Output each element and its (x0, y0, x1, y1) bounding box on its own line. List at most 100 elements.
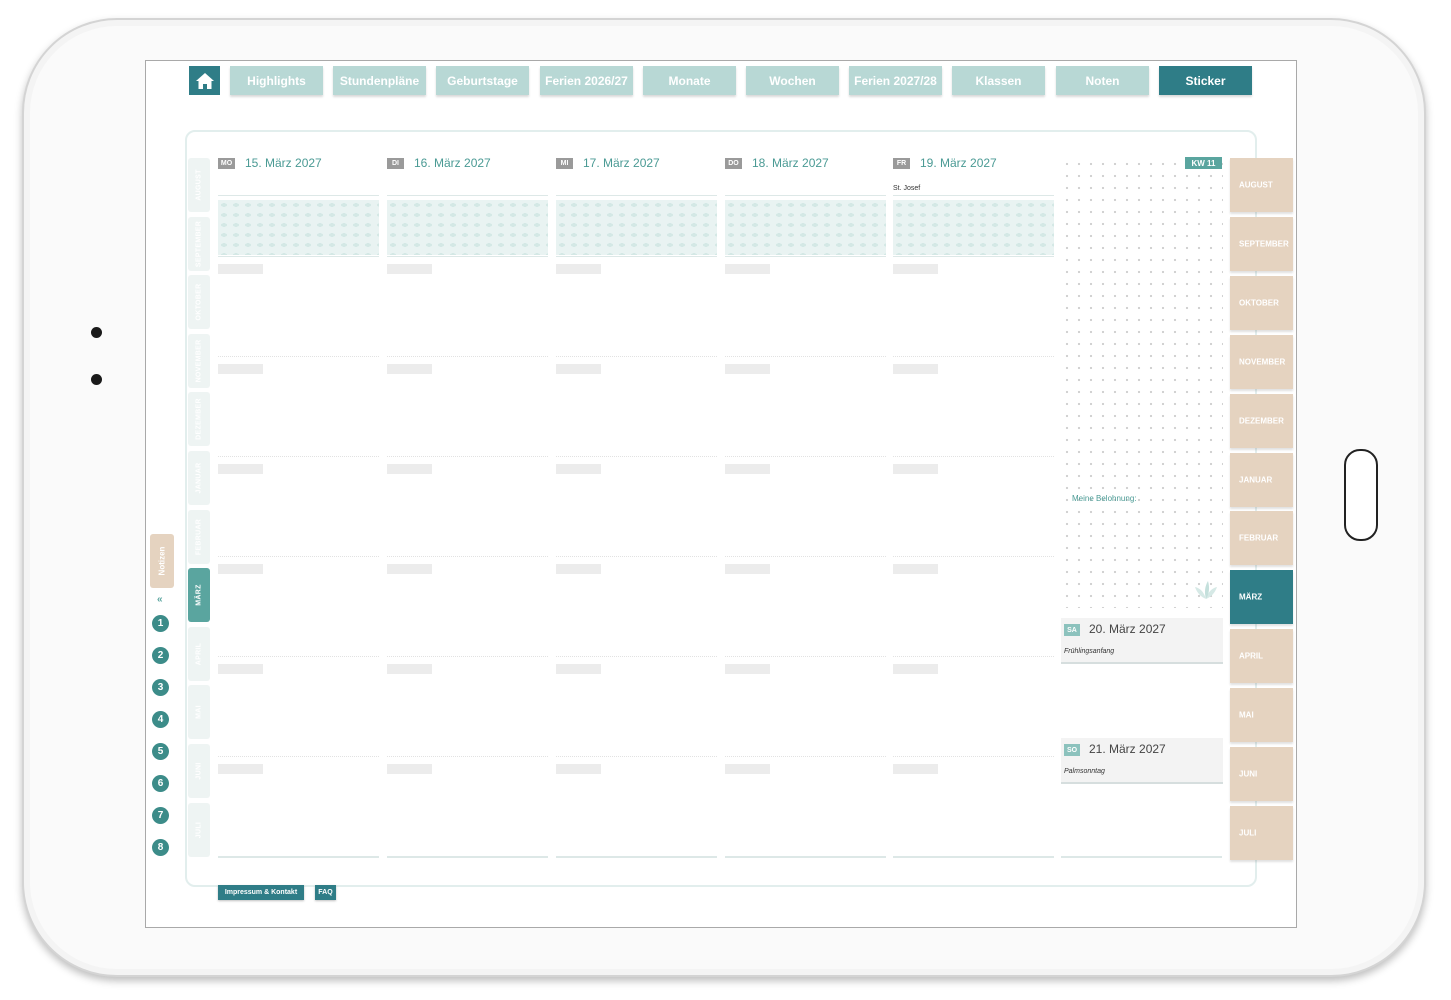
lesson-slot-tag[interactable] (725, 364, 770, 374)
day-pattern-banner (556, 200, 717, 255)
lesson-slot-tag[interactable] (387, 464, 432, 474)
page-number-button[interactable]: 8 (152, 839, 169, 856)
left-month-tab[interactable]: MÄRZ (188, 568, 210, 623)
lesson-slot-tag[interactable] (218, 764, 263, 774)
slot-separator (893, 656, 1054, 658)
left-month-tab[interactable]: SEPTEMBER (188, 216, 210, 271)
page-number-button[interactable]: 3 (152, 679, 169, 696)
lesson-slot-tag[interactable] (893, 764, 938, 774)
lesson-slot-tag[interactable] (725, 464, 770, 474)
lesson-slot-tag[interactable] (218, 664, 263, 674)
tab-monate[interactable]: Monate (643, 66, 736, 95)
lesson-slot-tag[interactable] (556, 564, 601, 574)
slot-separator (387, 356, 548, 358)
left-month-tab[interactable]: AUGUST (188, 158, 210, 212)
column-divider-line (387, 256, 548, 257)
day-header: MO 15. März 2027 (218, 156, 380, 177)
lesson-slot-tag[interactable] (556, 264, 601, 274)
tab-stundenplaene[interactable]: Stundenpläne (333, 66, 426, 95)
faq-button[interactable]: FAQ (315, 885, 336, 900)
lesson-slot-tag[interactable] (893, 364, 938, 374)
left-month-tab[interactable]: FEBRUAR (188, 509, 210, 564)
right-month-tab[interactable]: MÄRZ (1230, 570, 1293, 625)
lesson-slot-tag[interactable] (893, 264, 938, 274)
lesson-slot-tag[interactable] (725, 764, 770, 774)
lesson-slot-tag[interactable] (387, 564, 432, 574)
left-month-tab[interactable]: APRIL (188, 626, 210, 681)
page-number-button[interactable]: 5 (152, 743, 169, 760)
tab-sticker[interactable]: Sticker (1159, 66, 1252, 95)
weekend-sunday[interactable]: SO 21. März 2027 Palmsonntag (1061, 738, 1223, 784)
left-month-tab[interactable]: MAI (188, 685, 210, 740)
right-month-tab[interactable]: APRIL (1230, 629, 1293, 684)
day-header: FR 19. März 2027 (893, 156, 1055, 177)
right-month-tab[interactable]: NOVEMBER (1230, 334, 1293, 389)
lesson-slot-tag[interactable] (556, 764, 601, 774)
saturday-date: 20. März 2027 (1089, 622, 1166, 636)
reward-label: Meine Belohnung: (1072, 494, 1137, 503)
right-month-tab[interactable]: DEZEMBER (1230, 393, 1293, 448)
right-month-tab[interactable]: FEBRUAR (1230, 511, 1293, 566)
lesson-slot-tag[interactable] (387, 364, 432, 374)
right-month-tab[interactable]: AUGUST (1230, 158, 1293, 212)
lesson-slot-tag[interactable] (725, 264, 770, 274)
left-month-label: MÄRZ (195, 584, 203, 606)
imprint-button[interactable]: Impressum & Kontakt (218, 885, 304, 900)
lesson-slot-tag[interactable] (218, 564, 263, 574)
left-month-tab[interactable]: OKTOBER (188, 275, 210, 330)
tab-ferien-2027-28[interactable]: Ferien 2027/28 (849, 66, 942, 95)
left-month-tab[interactable]: DEZEMBER (188, 392, 210, 447)
slot-separator (218, 656, 379, 658)
page-number-button[interactable]: 1 (152, 615, 169, 632)
tab-highlights[interactable]: Highlights (230, 66, 323, 95)
right-month-tab[interactable]: SEPTEMBER (1230, 216, 1293, 271)
notes-tab[interactable]: Notizen (150, 534, 174, 588)
tablet-home-button (1344, 449, 1378, 541)
sensor-dot (91, 374, 102, 385)
right-month-tab[interactable]: JULI (1230, 805, 1293, 860)
tab-geburtstage[interactable]: Geburtstage (436, 66, 529, 95)
lesson-slot-tag[interactable] (218, 264, 263, 274)
left-month-tab[interactable]: JUNI (188, 744, 210, 798)
tab-noten[interactable]: Noten (1056, 66, 1149, 95)
day-header: MI 17. März 2027 (556, 156, 718, 177)
lesson-slot-tag[interactable] (893, 464, 938, 474)
lesson-slot-tag[interactable] (387, 264, 432, 274)
right-month-tab[interactable]: JANUAR (1230, 452, 1293, 507)
left-month-tab[interactable]: JULI (188, 802, 210, 857)
lesson-slot-tag[interactable] (387, 764, 432, 774)
right-month-tab[interactable]: JUNI (1230, 747, 1293, 801)
lesson-slot-tag[interactable] (725, 564, 770, 574)
right-month-tab[interactable]: OKTOBER (1230, 275, 1293, 330)
lesson-slot-tag[interactable] (556, 364, 601, 374)
column-top-line (725, 195, 886, 196)
saturday-note: Frühlingsanfang (1064, 648, 1115, 655)
page-number-button[interactable]: 2 (152, 647, 169, 664)
tab-ferien-2026-27[interactable]: Ferien 2026/27 (540, 66, 633, 95)
lesson-slot-tag[interactable] (556, 664, 601, 674)
double-chevron-icon[interactable]: « (157, 594, 163, 605)
sunday-date: 21. März 2027 (1089, 742, 1166, 756)
weekend-saturday[interactable]: SA 20. März 2027 Frühlingsanfang (1061, 618, 1223, 664)
tab-wochen[interactable]: Wochen (746, 66, 839, 95)
right-month-label: NOVEMBER (1239, 357, 1286, 367)
home-button[interactable] (189, 66, 220, 95)
tab-klassen[interactable]: Klassen (952, 66, 1045, 95)
left-month-tab[interactable]: JANUAR (188, 451, 210, 505)
day-date: 18. März 2027 (752, 156, 829, 170)
lesson-slot-tag[interactable] (387, 664, 432, 674)
slot-separator (893, 456, 1054, 458)
left-month-label: NOVEMBER (195, 339, 203, 383)
lesson-slot-tag[interactable] (725, 664, 770, 674)
lesson-slot-tag[interactable] (218, 464, 263, 474)
lesson-slot-tag[interactable] (218, 364, 263, 374)
right-month-tab[interactable]: MAI (1230, 688, 1293, 743)
left-month-tab[interactable]: NOVEMBER (188, 333, 210, 388)
page-number-button[interactable]: 6 (152, 775, 169, 792)
lesson-slot-tag[interactable] (893, 564, 938, 574)
lesson-slot-tag[interactable] (893, 664, 938, 674)
page-number-button[interactable]: 4 (152, 711, 169, 728)
slot-separator (725, 456, 886, 458)
lesson-slot-tag[interactable] (556, 464, 601, 474)
page-number-button[interactable]: 7 (152, 807, 169, 824)
